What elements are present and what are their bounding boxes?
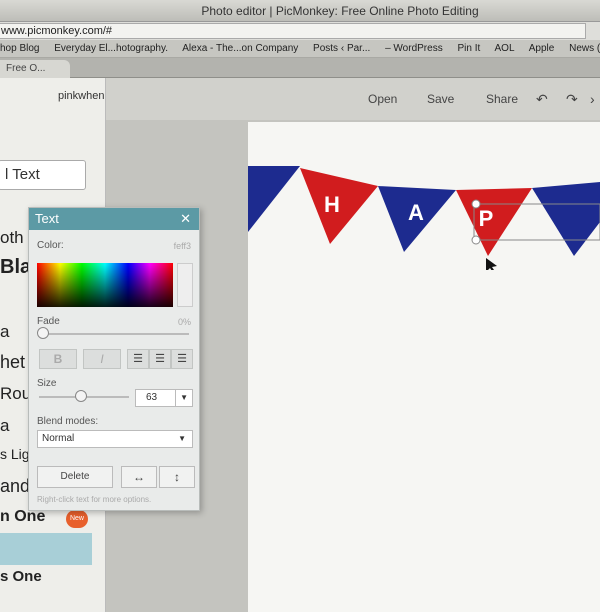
window-title: Photo editor | PicMonkey: Free Online Ph…: [201, 4, 479, 18]
bookmark-item[interactable]: Apple: [529, 43, 555, 54]
size-dropdown[interactable]: 63 ▼: [135, 389, 193, 407]
mouse-cursor-icon: [486, 258, 497, 270]
flag-navy: [248, 166, 300, 232]
bookmark-item[interactable]: Pin It: [457, 43, 480, 54]
flip-horizontal-icon[interactable]: ↔: [121, 466, 157, 488]
open-button[interactable]: Open: [368, 92, 397, 106]
align-left-icon[interactable]: ☰: [127, 349, 149, 369]
save-button[interactable]: Save: [427, 92, 454, 106]
size-value: 63: [146, 392, 158, 403]
bookmark-item[interactable]: Everyday El...hotography.: [54, 43, 168, 54]
bookmark-item[interactable]: Posts ‹ Par...: [313, 43, 370, 54]
more-icon[interactable]: ›: [590, 91, 595, 107]
size-label: Size: [37, 378, 57, 389]
delete-button[interactable]: Delete: [37, 466, 113, 488]
align-right-icon[interactable]: ☰: [171, 349, 193, 369]
banner-letter[interactable]: P: [479, 206, 494, 231]
new-badge: New: [66, 510, 88, 528]
align-center-icon[interactable]: ☰: [149, 349, 171, 369]
flip-vertical-icon[interactable]: ↕: [159, 466, 195, 488]
bold-button[interactable]: B: [39, 349, 77, 369]
options-hint: Right-click text for more options.: [37, 495, 152, 504]
redo-icon[interactable]: ↷: [566, 91, 578, 108]
color-swatch[interactable]: [177, 263, 193, 307]
flag-navy: [532, 182, 600, 256]
bunting-banner: H A P: [248, 166, 600, 270]
fade-label: Fade: [37, 316, 60, 327]
banner-letter[interactable]: A: [408, 200, 424, 225]
panel-title: Text: [35, 211, 59, 226]
resize-handle[interactable]: [471, 235, 481, 245]
blend-value: Normal: [42, 433, 75, 444]
size-slider-handle[interactable]: [75, 390, 87, 402]
bookmark-item[interactable]: – WordPress: [385, 43, 443, 54]
bookmark-item[interactable]: hop Blog: [0, 43, 39, 54]
blend-label: Blend modes:: [37, 416, 99, 427]
color-spectrum[interactable]: [37, 263, 173, 307]
fade-value: 0%: [177, 317, 191, 327]
rotate-handle[interactable]: [471, 199, 481, 209]
bookmark-item[interactable]: Alexa - The...on Company: [182, 43, 298, 54]
text-panel: Text ✕ Color: feff3 Fade 0% B I ☰ ☰ ☰ Si…: [28, 207, 200, 511]
font-item[interactable]: s One: [0, 568, 106, 585]
add-text-button[interactable]: l Text: [0, 160, 86, 190]
browser-tab[interactable]: Free O...: [0, 60, 70, 78]
color-hex-value[interactable]: feff3: [174, 241, 191, 251]
username: pinkwhen: [58, 90, 105, 102]
tab-bar: Free O...: [0, 58, 600, 78]
color-label: Color:: [37, 240, 64, 251]
address-bar[interactable]: www.picmonkey.com/#: [0, 22, 600, 40]
italic-button[interactable]: I: [83, 349, 121, 369]
window-title-bar: Photo editor | PicMonkey: Free Online Ph…: [0, 0, 600, 22]
undo-icon[interactable]: ↶: [536, 91, 548, 108]
share-button[interactable]: Share: [486, 92, 518, 106]
bookmark-item[interactable]: News (117) ▾: [569, 43, 600, 54]
bookmarks-bar: hop Blog Everyday El...hotography. Alexa…: [0, 40, 600, 58]
url-field[interactable]: www.picmonkey.com/#: [0, 23, 586, 39]
text-panel-header[interactable]: Text ✕: [29, 208, 199, 230]
blend-mode-dropdown[interactable]: Normal ▼: [37, 430, 193, 448]
bookmark-item[interactable]: AOL: [495, 43, 515, 54]
banner-letter[interactable]: H: [324, 192, 340, 217]
chevron-down-icon: ▼: [178, 434, 186, 443]
editor-toolbar: Open Save Share ↶ ↷ ›: [106, 78, 600, 120]
fade-slider-handle[interactable]: [37, 327, 49, 339]
flag-red: [456, 188, 532, 256]
selected-font-highlight: [0, 533, 92, 565]
fade-slider-track[interactable]: [39, 333, 189, 335]
close-icon[interactable]: ✕: [180, 208, 191, 230]
chevron-down-icon: ▼: [175, 390, 188, 406]
